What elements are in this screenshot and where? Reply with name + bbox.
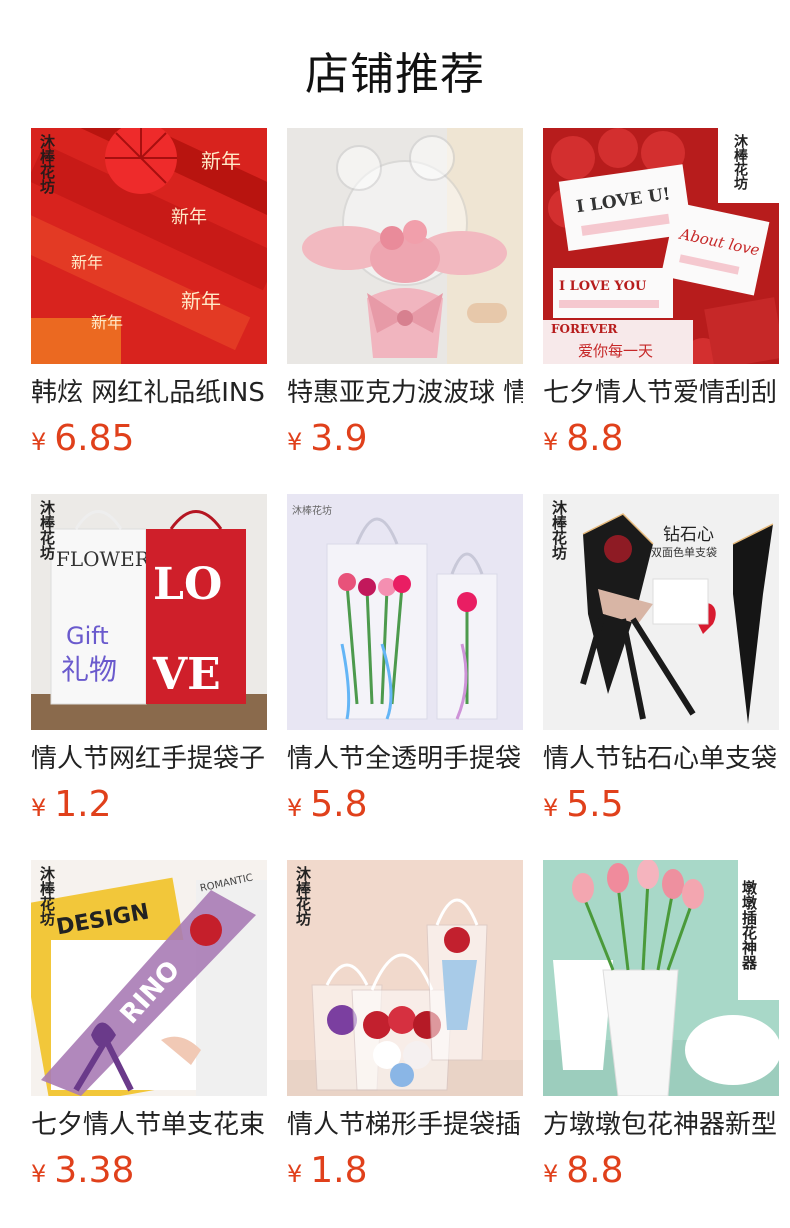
product-image-tulip-vase[interactable]: 墩墩插花神器 — [543, 860, 779, 1096]
tulip-title-text: 墩墩插花神器 — [740, 879, 758, 971]
price-value: 6.85 — [54, 418, 135, 459]
product-price: ¥8.8 — [543, 416, 779, 462]
currency-symbol: ¥ — [31, 1160, 47, 1188]
currency-symbol: ¥ — [287, 794, 303, 822]
product-name[interactable]: 情人节梯形手提袋插 — [287, 1108, 523, 1142]
product-price: ¥1.2 — [31, 782, 267, 828]
brand-logo: 沐棒花坊 — [294, 866, 312, 926]
product-price: ¥3.9 — [287, 416, 523, 462]
gift-cn-text: 礼物 — [61, 653, 117, 686]
product-card[interactable]: 沐棒花坊 情人节梯形手提袋插 ¥1.8 — [287, 860, 523, 1194]
love-every-day-text: 爱你每一天 — [578, 342, 653, 360]
diamond-sub-text: 双面色单支袋 — [651, 545, 717, 559]
product-image-wrapping-paper[interactable]: 新年 新年 新年 新年 新年 沐棒花坊 — [31, 128, 267, 364]
currency-symbol: ¥ — [287, 428, 303, 456]
product-image-trapezoid-bags[interactable]: 沐棒花坊 — [287, 860, 523, 1096]
product-name[interactable]: 七夕情人节爱情刮刮 — [543, 376, 779, 410]
product-card[interactable]: DESIGN ROMANTIC RINO 沐棒花坊 七夕情人节单支花束 ¥3.3… — [31, 860, 267, 1194]
product-name[interactable]: 情人节全透明手提袋 — [287, 742, 523, 776]
product-image-single-flower-sleeve[interactable]: DESIGN ROMANTIC RINO 沐棒花坊 — [31, 860, 267, 1096]
product-card[interactable]: 墩墩插花神器 方墩墩包花神器新型 ¥8.8 — [543, 860, 779, 1194]
product-name[interactable]: 韩炫 网红礼品纸INS — [31, 376, 267, 410]
brand-logo: 沐棒花坊 — [38, 866, 56, 926]
currency-symbol: ¥ — [543, 1160, 559, 1188]
brand-logo: 沐棒花坊 — [38, 500, 56, 560]
svg-text:LO: LO — [153, 559, 222, 610]
currency-symbol: ¥ — [543, 428, 559, 456]
product-card[interactable]: FLOWER Gift 礼物 LO VE 沐棒花坊 情人节网红手提袋子 ¥1.2 — [31, 494, 267, 828]
svg-text:新年: 新年 — [91, 313, 123, 332]
currency-symbol: ¥ — [31, 794, 47, 822]
product-card[interactable]: 特惠亚克力波波球 情 ¥3.9 — [287, 128, 523, 462]
product-image-love-cards[interactable]: I LOVE U! About love I LOVE YOU FOREVER … — [543, 128, 779, 364]
forever-text: FOREVER — [551, 322, 619, 336]
product-price: ¥5.5 — [543, 782, 779, 828]
product-card[interactable]: 新年 新年 新年 新年 新年 沐棒花坊 韩炫 网红礼品纸INS ¥6.85 — [31, 128, 267, 462]
flower-text: FLOWER — [56, 547, 151, 571]
product-name[interactable]: 特惠亚克力波波球 情 — [287, 376, 523, 410]
gift-en-text: Gift — [66, 622, 109, 650]
product-card[interactable]: I LOVE U! About love I LOVE YOU FOREVER … — [543, 128, 779, 462]
price-value: 8.8 — [566, 1150, 624, 1191]
product-card[interactable]: 钻石心 双面色单支袋 沐棒花坊 情人节钻石心单支袋 ¥5.5 — [543, 494, 779, 828]
svg-text:新年: 新年 — [181, 289, 221, 313]
svg-text:沐棒花坊: 沐棒花坊 — [292, 504, 332, 517]
price-value: 5.5 — [566, 784, 624, 825]
svg-text:新年: 新年 — [171, 207, 207, 228]
brand-logo: 沐棒花坊 — [38, 134, 56, 194]
svg-text:新年: 新年 — [71, 253, 103, 272]
product-grid: 新年 新年 新年 新年 新年 沐棒花坊 韩炫 网红礼品纸INS ¥6.85 特惠… — [0, 0, 790, 1228]
product-name[interactable]: 情人节网红手提袋子 — [31, 742, 267, 776]
price-value: 5.8 — [310, 784, 368, 825]
price-value: 3.9 — [310, 418, 368, 459]
currency-symbol: ¥ — [287, 1160, 303, 1188]
price-value: 1.8 — [310, 1150, 368, 1191]
product-price: ¥5.8 — [287, 782, 523, 828]
product-image-transparent-bags[interactable]: 沐棒花坊 — [287, 494, 523, 730]
svg-text:VE: VE — [152, 649, 221, 700]
brand-logo: 沐棒花坊 — [732, 134, 748, 190]
product-price: ¥3.38 — [31, 1148, 267, 1194]
product-name[interactable]: 方墩墩包花神器新型 — [543, 1108, 779, 1142]
diamond-heart-text: 钻石心 — [663, 525, 714, 545]
currency-symbol: ¥ — [543, 794, 559, 822]
product-card[interactable]: 沐棒花坊 情人节全透明手提袋 ¥5.8 — [287, 494, 523, 828]
product-image-balloon-bouquet[interactable] — [287, 128, 523, 364]
new-year-text: 新年 — [201, 149, 241, 173]
product-price: ¥8.8 — [543, 1148, 779, 1194]
brand-logo: 沐棒花坊 — [550, 500, 568, 560]
product-name[interactable]: 七夕情人节单支花束 — [31, 1108, 267, 1142]
product-price: ¥1.8 — [287, 1148, 523, 1194]
product-image-love-bags[interactable]: FLOWER Gift 礼物 LO VE 沐棒花坊 — [31, 494, 267, 730]
i-love-you-text: I LOVE YOU — [559, 279, 647, 294]
price-value: 3.38 — [54, 1150, 135, 1191]
price-value: 8.8 — [566, 418, 624, 459]
product-price: ¥6.85 — [31, 416, 267, 462]
product-image-diamond-heart[interactable]: 钻石心 双面色单支袋 沐棒花坊 — [543, 494, 779, 730]
currency-symbol: ¥ — [31, 428, 47, 456]
product-name[interactable]: 情人节钻石心单支袋 — [543, 742, 779, 776]
price-value: 1.2 — [54, 784, 112, 825]
